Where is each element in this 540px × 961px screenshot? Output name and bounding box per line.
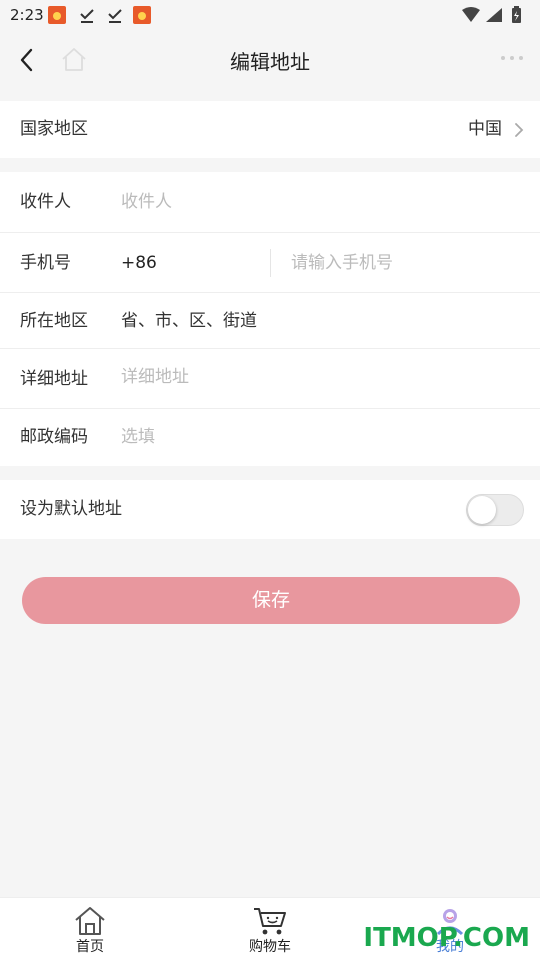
page-title: 编辑地址 [230, 50, 310, 74]
country-section: 国家地区 中国 [0, 101, 540, 158]
default-address-label: 设为默认地址 [20, 499, 122, 519]
recipient-label: 收件人 [20, 192, 71, 212]
system-status-icons [462, 6, 521, 23]
region-value: 省、市、区、街道 [121, 311, 257, 331]
postcode-label: 邮政编码 [20, 427, 88, 447]
address-form: 收件人 收件人 手机号 +86 请输入手机号 所在地区 省、市、区、街道 详细地… [0, 172, 540, 466]
toggle-knob [468, 496, 496, 524]
tab-home[interactable]: 首页 [0, 898, 180, 961]
more-dots-icon [501, 56, 523, 60]
wifi-icon [462, 7, 480, 22]
chevron-right-icon [515, 123, 524, 137]
default-address-row: 设为默认地址 [0, 480, 540, 539]
address-input[interactable]: 详细地址 [121, 349, 189, 405]
nav-bar: 编辑地址 [0, 30, 540, 90]
screen: 2:23 编辑地址 国家地区 中国 收件人 收件人 手机号 +86 请输入手机号… [0, 0, 540, 961]
phone-prefix-selector[interactable]: +86 [121, 233, 157, 293]
default-address-toggle[interactable] [466, 494, 524, 526]
region-row[interactable]: 所在地区 省、市、区、街道 [0, 293, 540, 349]
tab-cart[interactable]: 购物车 [180, 898, 360, 961]
phone-label: 手机号 [20, 253, 71, 273]
country-label: 国家地区 [20, 119, 88, 139]
download-done-icon [108, 9, 122, 23]
cart-icon [254, 908, 286, 935]
country-value: 中国 [468, 119, 502, 139]
status-time: 2:23 [10, 6, 44, 24]
more-button[interactable] [498, 44, 526, 72]
default-address-section: 设为默认地址 [0, 480, 540, 539]
tab-home-label: 首页 [76, 939, 104, 955]
country-row[interactable]: 国家地区 中国 [0, 101, 540, 158]
status-bar: 2:23 [0, 0, 540, 30]
phone-input[interactable]: 请输入手机号 [291, 233, 393, 293]
phone-row: 手机号 +86 请输入手机号 [0, 233, 540, 293]
save-button[interactable]: 保存 [22, 577, 520, 624]
phone-divider [270, 249, 271, 277]
home-icon [75, 907, 105, 935]
app-notification-icon [133, 6, 151, 24]
postcode-input[interactable]: 选填 [121, 409, 155, 466]
recipient-row: 收件人 收件人 [0, 172, 540, 233]
bottom-tab-bar: 首页 购物车 我的 ITMOP.COM [0, 897, 540, 961]
watermark-text: ITMOP.COM [363, 923, 530, 953]
recipient-input[interactable]: 收件人 [121, 172, 172, 232]
tab-cart-label: 购物车 [249, 939, 291, 955]
address-row: 详细地址 详细地址 [0, 349, 540, 409]
download-done-icon [80, 9, 94, 23]
app-notification-icon [48, 6, 66, 24]
signal-icon [486, 8, 502, 22]
region-label: 所在地区 [20, 311, 88, 331]
postcode-row: 邮政编码 选填 [0, 409, 540, 466]
address-label: 详细地址 [20, 369, 88, 389]
